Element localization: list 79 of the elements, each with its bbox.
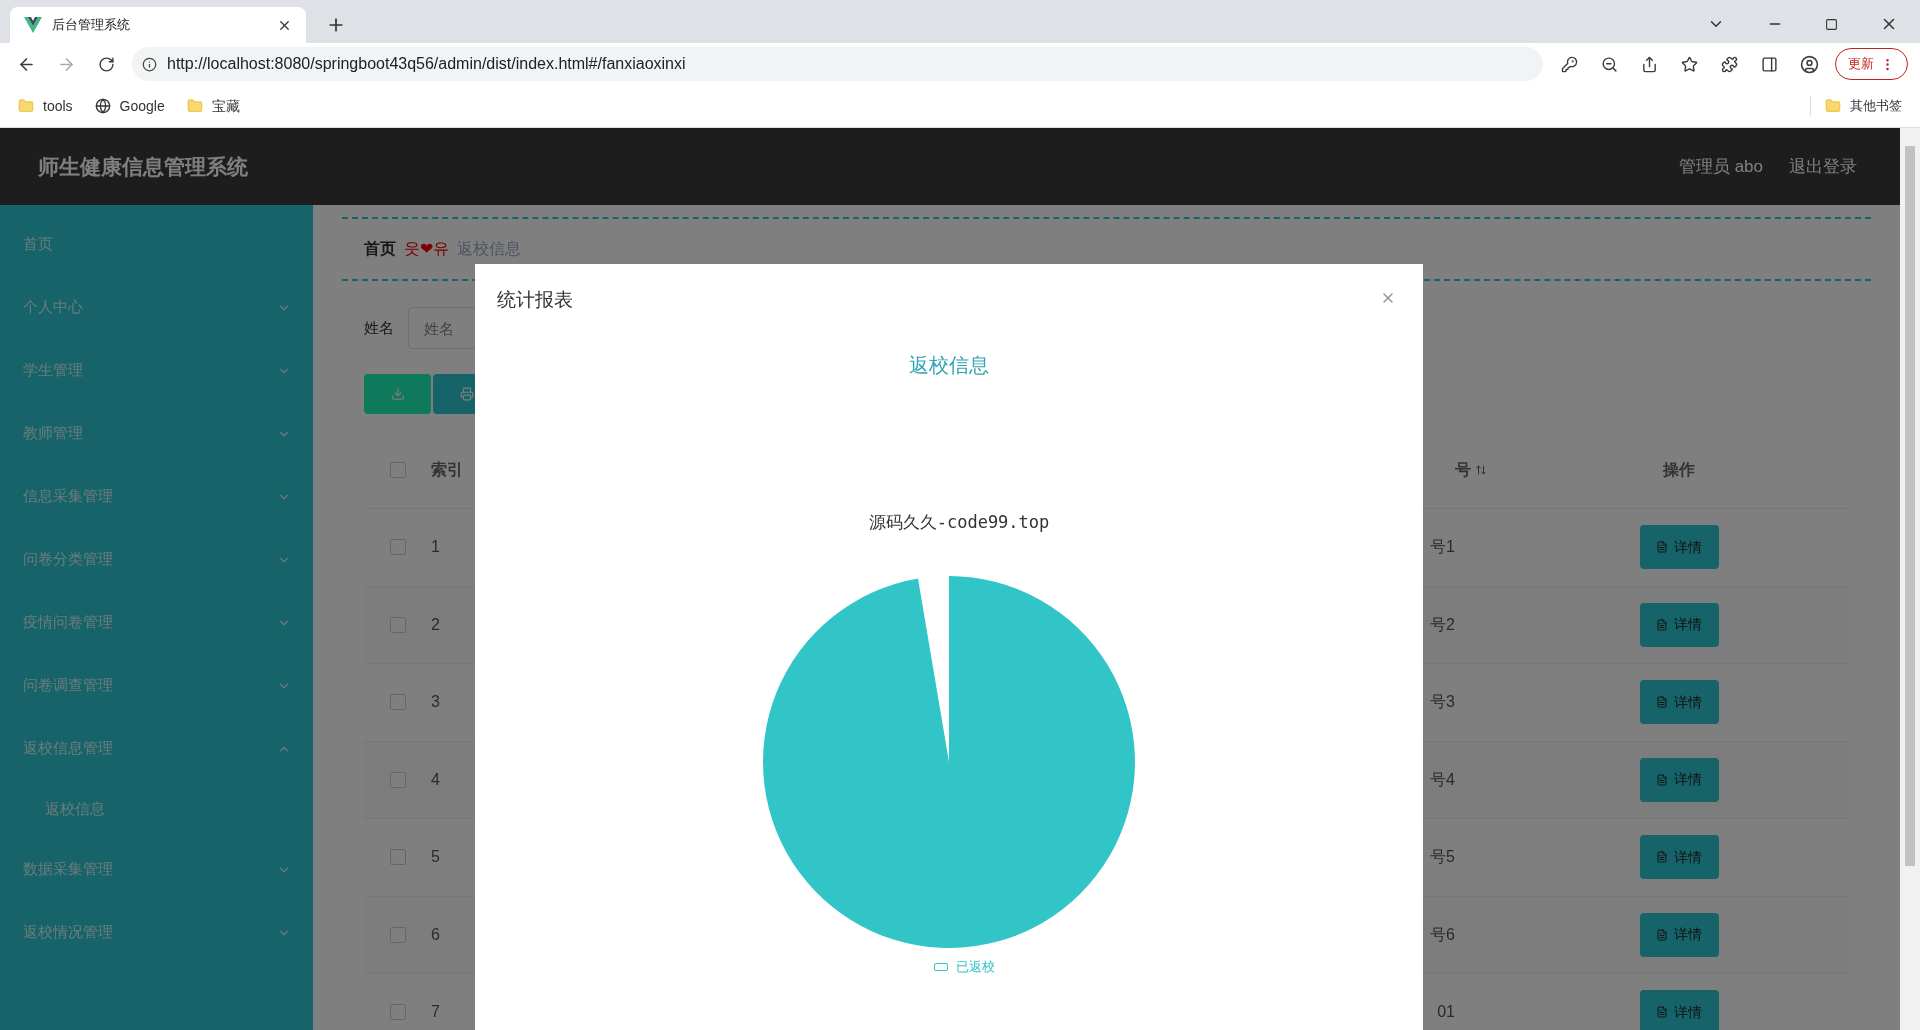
legend-swatch-icon — [933, 962, 948, 971]
sidebar-item[interactable]: 学生管理 — [0, 339, 313, 402]
table-cell-text: 7 — [431, 1002, 440, 1023]
checkbox[interactable] — [390, 849, 406, 866]
details-button[interactable]: 详情 — [1639, 990, 1719, 1030]
logout-link[interactable]: 退出登录 — [1789, 153, 1857, 180]
checkbox[interactable] — [390, 616, 406, 633]
document-icon — [1656, 928, 1668, 941]
breadcrumb-link[interactable]: 首页 — [364, 237, 396, 261]
table-cell-text: 号2 — [1430, 614, 1455, 635]
user-label: 管理员 abo — [1678, 155, 1763, 178]
info-icon — [142, 56, 157, 72]
details-button[interactable]: 详情 — [1639, 525, 1719, 570]
app-title: 师生健康信息管理系统 — [38, 153, 248, 180]
document-icon — [1656, 696, 1668, 709]
chart-title: 源码久久-code99.top — [868, 510, 1050, 534]
sidebar-item[interactable]: 问卷分类管理 — [0, 528, 313, 591]
bookmark[interactable]: 宝藏 — [186, 95, 240, 117]
sidebar-item[interactable]: 返校情况管理 — [0, 901, 313, 964]
bookmark[interactable]: Google — [94, 95, 165, 117]
sidebar-item[interactable]: 问卷调查管理 — [0, 654, 313, 717]
table-cell-text: 号3 — [1430, 692, 1455, 713]
table-cell-text: 号5 — [1430, 847, 1455, 868]
maximize-icon[interactable] — [1825, 17, 1838, 31]
sidebar-item[interactable]: 首页 — [0, 213, 313, 276]
document-icon — [1656, 773, 1668, 786]
globe-icon — [94, 98, 111, 114]
sidebar-item[interactable]: 教师管理 — [0, 402, 313, 465]
document-icon — [1656, 1006, 1668, 1019]
checkbox[interactable] — [390, 1004, 406, 1021]
checkbox[interactable] — [390, 694, 406, 711]
folder-icon — [186, 98, 203, 114]
table-cell-text: 4 — [431, 769, 440, 790]
chart-heading: 返校信息 — [909, 352, 989, 378]
table-cell-text: 3 — [431, 692, 440, 713]
table-cell-text: 号1 — [1430, 537, 1455, 558]
column-header: 索引 — [431, 460, 463, 480]
details-button[interactable]: 详情 — [1639, 835, 1719, 880]
sidebar-item[interactable]: 返校信息管理 — [0, 717, 313, 780]
download-icon — [390, 387, 405, 401]
table-cell-text: 5 — [431, 847, 440, 868]
sidebar-item[interactable]: 疫情问卷管理 — [0, 591, 313, 654]
checkbox[interactable] — [390, 462, 406, 478]
browser-tab[interactable]: 后台管理系统 — [10, 7, 306, 43]
table-cell-text: 号4 — [1430, 769, 1455, 790]
sidebar-subitem[interactable]: 返校信息 — [0, 780, 313, 838]
details-button[interactable]: 详情 — [1639, 680, 1719, 725]
modal-title: 统计报表 — [497, 288, 573, 312]
search-label: 姓名 — [364, 317, 394, 338]
document-icon — [1656, 541, 1668, 554]
sidebar-item[interactable]: 信息采集管理 — [0, 465, 313, 528]
table-cell-text: 01 — [1437, 1002, 1455, 1023]
folder-icon — [1825, 98, 1841, 114]
sidebar-item[interactable]: 个人中心 — [0, 276, 313, 339]
document-icon — [1656, 851, 1668, 864]
sidebar-item[interactable]: 数据采集管理 — [0, 838, 313, 901]
checkbox[interactable] — [390, 539, 406, 556]
checkbox[interactable] — [390, 926, 406, 943]
details-button[interactable]: 详情 — [1639, 757, 1719, 802]
scrollbar[interactable] — [1900, 128, 1920, 1030]
folder-icon — [18, 98, 34, 114]
v-logo-icon — [24, 17, 42, 33]
printer-icon — [459, 387, 474, 401]
table-cell-text: 1 — [431, 537, 440, 558]
breadcrumb-separator: 웃❤유 — [404, 239, 449, 259]
column-header: 号 — [1455, 458, 1487, 482]
document-icon — [1656, 618, 1668, 631]
table-cell-text: 2 — [431, 614, 440, 635]
table-cell-text: 6 — [431, 924, 440, 945]
checkbox[interactable] — [390, 771, 406, 788]
bookmark[interactable]: 其他书签 — [1810, 96, 1902, 116]
address-field[interactable]: http://localhost:8080/springboot43q56/admin/dist/index.html#/fanxiaoxinxi — [132, 47, 1543, 81]
legend-item[interactable]: 已返校 — [933, 957, 995, 977]
details-button[interactable]: 详情 — [1639, 912, 1719, 957]
sort-icon[interactable] — [1475, 464, 1487, 476]
column-header: 操作 — [1661, 460, 1696, 480]
table-cell-text: 号6 — [1430, 924, 1455, 945]
details-button[interactable]: 详情 — [1639, 602, 1719, 647]
bookmark[interactable]: tools — [18, 95, 73, 117]
